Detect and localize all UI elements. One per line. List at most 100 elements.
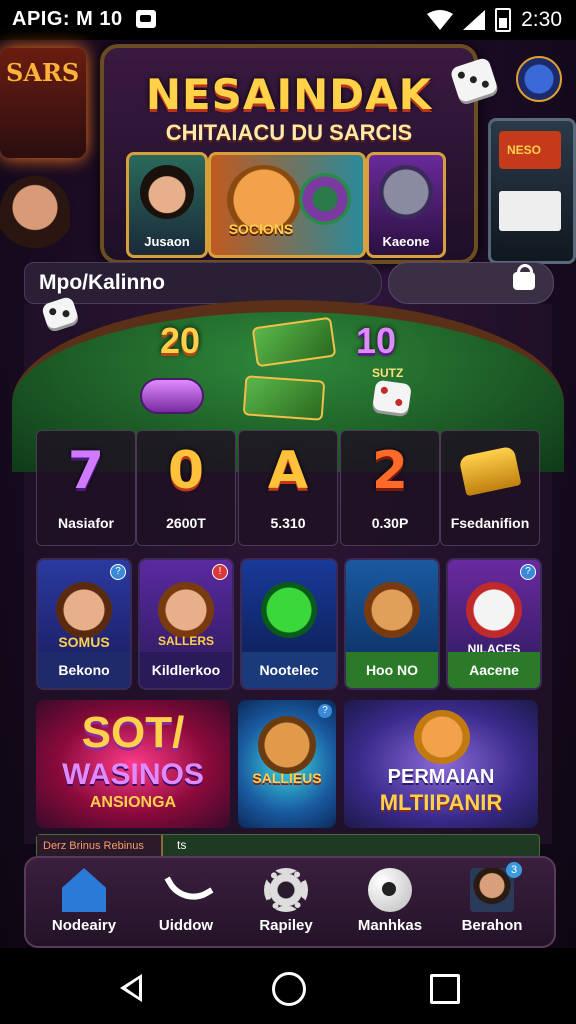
frog-character-image bbox=[261, 582, 317, 638]
featured-banner[interactable]: NESAINDAK CHITAIACU DU SARCIS Jusaon SOC… bbox=[100, 44, 478, 264]
nav-label: Nodeairy bbox=[51, 917, 117, 934]
cash-stack-icon bbox=[242, 375, 326, 421]
nav-item-phone[interactable]: Uiddow bbox=[136, 861, 236, 940]
phone-icon bbox=[164, 861, 214, 911]
banner-card-left[interactable]: Jusaon bbox=[126, 152, 208, 258]
promo-sallieus[interactable]: SALLIEUS ? bbox=[238, 700, 336, 828]
promo-title: SALLIEUS bbox=[252, 770, 322, 786]
stat-value: 2 bbox=[371, 441, 409, 501]
status-app-text: APIG: M 10 bbox=[12, 8, 123, 30]
promo-title: SOT/ bbox=[81, 708, 185, 757]
game-card-label: Aacene bbox=[448, 652, 540, 688]
stat-caption: 0.30P bbox=[371, 515, 409, 531]
neon-sign-text: SARS bbox=[6, 58, 80, 87]
stat-tile[interactable]: 0 2600T bbox=[136, 430, 236, 546]
signal-icon bbox=[463, 10, 486, 30]
nav-item-profile[interactable]: 3 Berahon bbox=[442, 862, 542, 940]
battery-icon bbox=[495, 8, 512, 32]
promo-permaian[interactable]: PERMAIAN MLTIIPANIR bbox=[344, 700, 538, 828]
game-card[interactable]: ? NILACES Aacene bbox=[446, 558, 542, 690]
stat-value: A bbox=[267, 441, 309, 501]
stat-value: 7 bbox=[67, 441, 105, 501]
stat-caption: 5.310 bbox=[270, 515, 306, 531]
nav-label: Manhkas bbox=[357, 917, 423, 934]
stat-tile[interactable]: A 5.310 bbox=[238, 430, 338, 546]
nav-label: Rapiley bbox=[259, 917, 313, 934]
dog-mascot-image bbox=[414, 710, 470, 764]
status-time: 2:30 bbox=[521, 8, 562, 31]
nav-label: Uiddow bbox=[158, 917, 214, 934]
gear-icon bbox=[264, 868, 308, 912]
banner-card-center[interactable]: SOCIONS bbox=[208, 152, 366, 258]
banner-card-label: Kaeone bbox=[382, 234, 430, 249]
stat-tile[interactable]: Fsedanifion bbox=[440, 430, 540, 546]
game-card-label: Kildlerkoo bbox=[140, 652, 232, 688]
game-character-image bbox=[56, 582, 112, 638]
game-card-label: Bekono bbox=[38, 652, 130, 688]
stat-caption: Fsedanifion bbox=[450, 515, 530, 531]
info-badge: ? bbox=[520, 564, 536, 580]
page-title-bar: Mpo/Kalinno bbox=[24, 262, 382, 304]
banner-subtitle: CHITAIACU DU SARCIS bbox=[165, 120, 413, 145]
slot-screen: NESO bbox=[499, 131, 561, 169]
game-card[interactable]: Nootelec bbox=[240, 558, 338, 690]
character-portrait bbox=[140, 165, 194, 219]
recents-icon[interactable] bbox=[430, 974, 460, 1004]
wolf-character-image bbox=[379, 165, 433, 219]
status-bar: APIG: M 10 2:30 bbox=[0, 0, 576, 40]
bet-amount-20[interactable]: 20 bbox=[160, 320, 200, 362]
bet-amount-10[interactable]: 10 bbox=[356, 320, 396, 362]
game-card-label: Hoo NO bbox=[346, 652, 438, 688]
banner-card-right[interactable]: Kaeone bbox=[366, 152, 446, 258]
slot-reels bbox=[499, 191, 561, 231]
game-card[interactable]: Hoo NO bbox=[344, 558, 440, 690]
dice-icon bbox=[372, 379, 412, 415]
game-character-image bbox=[158, 582, 214, 638]
nav-item-home[interactable]: Nodeairy bbox=[34, 864, 134, 940]
promo-subtitle: WASINOS bbox=[62, 758, 204, 791]
game-card-label: Nootelec bbox=[242, 652, 336, 688]
stat-tile[interactable]: 2 0.30P bbox=[340, 430, 440, 546]
roulette-icon bbox=[299, 173, 351, 225]
account-bar[interactable] bbox=[388, 262, 554, 304]
game-card[interactable]: ! SALLERS Kildlerkoo bbox=[138, 558, 234, 690]
neon-sign: SARS bbox=[0, 48, 86, 158]
promo-slot-wasinos[interactable]: SOT/ WASINOS ANSIONGA bbox=[36, 700, 230, 828]
game-art-text: SOMUS bbox=[58, 634, 110, 650]
coin-stack-icon bbox=[140, 378, 204, 414]
nav-item-settings[interactable]: Rapiley bbox=[236, 864, 336, 940]
nav-item-matches[interactable]: Manhkas bbox=[340, 864, 440, 940]
info-badge: ? bbox=[318, 704, 332, 718]
ticker-label: Derz Brinus Rebinus bbox=[37, 835, 163, 857]
stat-tile[interactable]: 7 Nasiafor bbox=[36, 430, 136, 546]
slot-machine-image: NESO bbox=[488, 118, 576, 264]
table-note: SUTZ bbox=[372, 366, 404, 380]
back-icon[interactable] bbox=[120, 974, 142, 1002]
notification-badge: 3 bbox=[506, 862, 522, 878]
treasure-icon bbox=[458, 445, 522, 497]
ticker-strip[interactable]: Derz Brinus Rebinus ts bbox=[36, 834, 540, 858]
promo-title: PERMAIAN bbox=[387, 766, 495, 788]
game-card[interactable]: ? SOMUS Bekono bbox=[36, 558, 132, 690]
banner-card-label: SOCIONS bbox=[228, 221, 294, 237]
slot-screen-text: NESO bbox=[507, 143, 542, 157]
home-icon bbox=[62, 868, 106, 912]
system-navigation-bar bbox=[0, 948, 576, 1024]
home-button-icon[interactable] bbox=[272, 972, 306, 1006]
status-right: 2:30 bbox=[427, 8, 562, 32]
promo-subtitle: MLTIIPANIR bbox=[379, 790, 503, 815]
info-badge: ! bbox=[212, 564, 228, 580]
wifi-icon bbox=[427, 10, 454, 30]
nav-label: Berahon bbox=[461, 917, 523, 934]
bottom-navigation: Nodeairy Uiddow Rapiley Manhkas 3 Beraho… bbox=[24, 856, 556, 948]
refresh-button[interactable] bbox=[516, 56, 562, 102]
stat-caption: 2600T bbox=[166, 515, 206, 531]
avatar-icon: 3 bbox=[470, 862, 522, 912]
fox-character-image bbox=[258, 716, 316, 774]
ticker-text: ts bbox=[177, 838, 187, 852]
soccer-ball-icon bbox=[368, 868, 412, 912]
promo-tagline: ANSIONGA bbox=[89, 794, 177, 811]
lion-character-image bbox=[364, 582, 420, 638]
lock-icon[interactable] bbox=[513, 264, 535, 290]
hostess-image bbox=[0, 176, 70, 266]
